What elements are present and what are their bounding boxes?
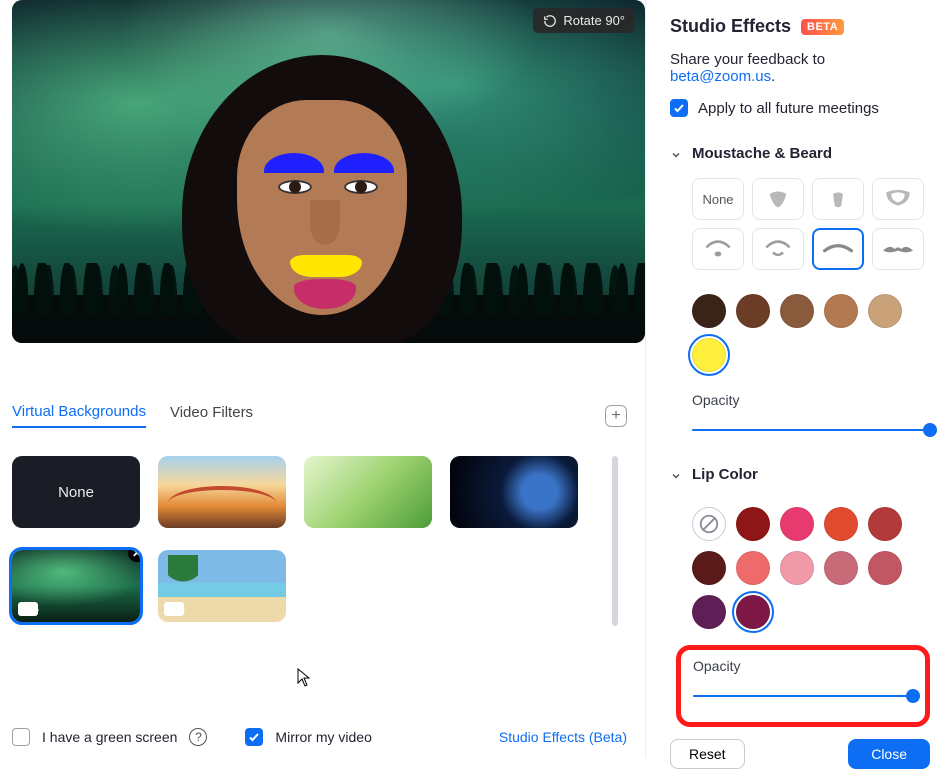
lip-color-3[interactable] [824, 507, 858, 541]
lip-color-11[interactable] [736, 595, 770, 629]
beard-opt-2[interactable] [812, 178, 864, 220]
tabs-row: Virtual Backgrounds Video Filters + [12, 403, 645, 428]
bg-none-label: None [58, 484, 94, 501]
lip-color-6[interactable] [736, 551, 770, 585]
moustache-section: Moustache & Beard None Opacity [670, 145, 930, 438]
tab-virtual-backgrounds[interactable]: Virtual Backgrounds [12, 403, 146, 428]
chevron-down-icon [670, 148, 682, 160]
backgrounds-list: None ✕ [12, 456, 610, 626]
remove-bg-button[interactable]: ✕ [128, 550, 140, 562]
beard-color-5[interactable] [692, 338, 726, 372]
bg-thumb-grass[interactable] [304, 456, 432, 528]
studio-effects-title-row: Studio Effects BETA [670, 16, 930, 37]
beard-opt-5[interactable] [752, 228, 804, 270]
beard-opt-7[interactable] [872, 228, 924, 270]
tab-video-filters[interactable]: Video Filters [170, 404, 253, 427]
green-screen-checkbox[interactable] [12, 728, 30, 746]
beard-color-2[interactable] [780, 294, 814, 328]
moustache-section-title: Moustache & Beard [692, 145, 832, 162]
feedback-email-link[interactable]: beta@zoom.us [670, 68, 771, 85]
beard-color-row [692, 294, 930, 372]
lip-color-5[interactable] [692, 551, 726, 585]
green-screen-label: I have a green screen [42, 729, 177, 745]
bg-thumb-aurora[interactable]: ✕ [12, 550, 140, 622]
lip-color-10[interactable] [692, 595, 726, 629]
lip-color-8[interactable] [824, 551, 858, 585]
lip-color-row [692, 507, 930, 629]
mirror-video-label: Mirror my video [275, 729, 371, 745]
lip-color-7[interactable] [780, 551, 814, 585]
beard-color-1[interactable] [736, 294, 770, 328]
rotate-label: Rotate 90° [563, 13, 625, 28]
rotate-icon [543, 14, 557, 28]
chevron-down-icon [670, 469, 682, 481]
lip-section: Lip Color Opacity [670, 466, 930, 727]
bg-thumb-bridge[interactable] [158, 456, 286, 528]
camera-icon [18, 602, 38, 616]
moustache-section-header[interactable]: Moustache & Beard [670, 145, 930, 162]
lip-color-4[interactable] [868, 507, 902, 541]
beard-opacity-block: Opacity [692, 392, 930, 438]
bottom-left-row: I have a green screen ? Mirror my video … [12, 728, 645, 746]
left-panel: Rotate 90° Virtual Backgrounds Video Fil… [0, 0, 645, 758]
lip-color-0[interactable] [692, 507, 726, 541]
mirror-video-checkbox[interactable] [245, 728, 263, 746]
add-background-button[interactable]: + [605, 405, 627, 427]
right-bottom-row: Reset Close [670, 727, 930, 769]
beta-badge: BETA [801, 19, 844, 35]
help-icon[interactable]: ? [189, 728, 207, 746]
right-panel: Studio Effects BETA Share your feedback … [645, 0, 950, 758]
bg-thumb-beach[interactable] [158, 550, 286, 622]
beard-color-4[interactable] [868, 294, 902, 328]
lip-color-1[interactable] [736, 507, 770, 541]
bg-thumb-space[interactable] [450, 456, 578, 528]
lip-color-9[interactable] [868, 551, 902, 585]
beard-opacity-label: Opacity [692, 392, 930, 408]
rotate-button[interactable]: Rotate 90° [533, 8, 635, 33]
feedback-prefix: Share your feedback to [670, 51, 825, 68]
beard-opacity-slider[interactable] [692, 422, 930, 438]
studio-effects-link[interactable]: Studio Effects (Beta) [499, 729, 627, 745]
lip-opacity-label: Opacity [693, 658, 913, 674]
backgrounds-list-wrap: None ✕ [12, 456, 645, 626]
video-preview: Rotate 90° [12, 0, 645, 343]
feedback-text: Share your feedback to beta@zoom.us. [670, 51, 930, 85]
lip-color-2[interactable] [780, 507, 814, 541]
beard-color-0[interactable] [692, 294, 726, 328]
apply-all-row: Apply to all future meetings [670, 99, 930, 117]
close-button[interactable]: Close [848, 739, 930, 769]
beard-opt-none[interactable]: None [692, 178, 744, 220]
feedback-suffix: . [771, 68, 775, 85]
reset-button[interactable]: Reset [670, 739, 745, 769]
beard-opt-4[interactable] [692, 228, 744, 270]
cursor-icon [297, 668, 313, 688]
lip-section-header[interactable]: Lip Color [670, 466, 930, 483]
beard-options: None [692, 178, 930, 270]
beard-opt-6[interactable] [812, 228, 864, 270]
bg-thumb-none[interactable]: None [12, 456, 140, 528]
beard-opt-3[interactable] [872, 178, 924, 220]
camera-icon [164, 602, 184, 616]
lip-opacity-slider[interactable] [693, 688, 913, 704]
scrollbar[interactable] [612, 456, 618, 626]
apply-all-checkbox[interactable] [670, 99, 688, 117]
lip-section-title: Lip Color [692, 466, 758, 483]
beard-opt-1[interactable] [752, 178, 804, 220]
face-render [182, 55, 462, 343]
beard-color-3[interactable] [824, 294, 858, 328]
studio-effects-title: Studio Effects [670, 16, 791, 37]
lip-opacity-highlight: Opacity [676, 645, 930, 727]
beard-none-label: None [702, 192, 733, 207]
apply-all-label: Apply to all future meetings [698, 100, 879, 117]
plus-icon: + [611, 408, 620, 424]
